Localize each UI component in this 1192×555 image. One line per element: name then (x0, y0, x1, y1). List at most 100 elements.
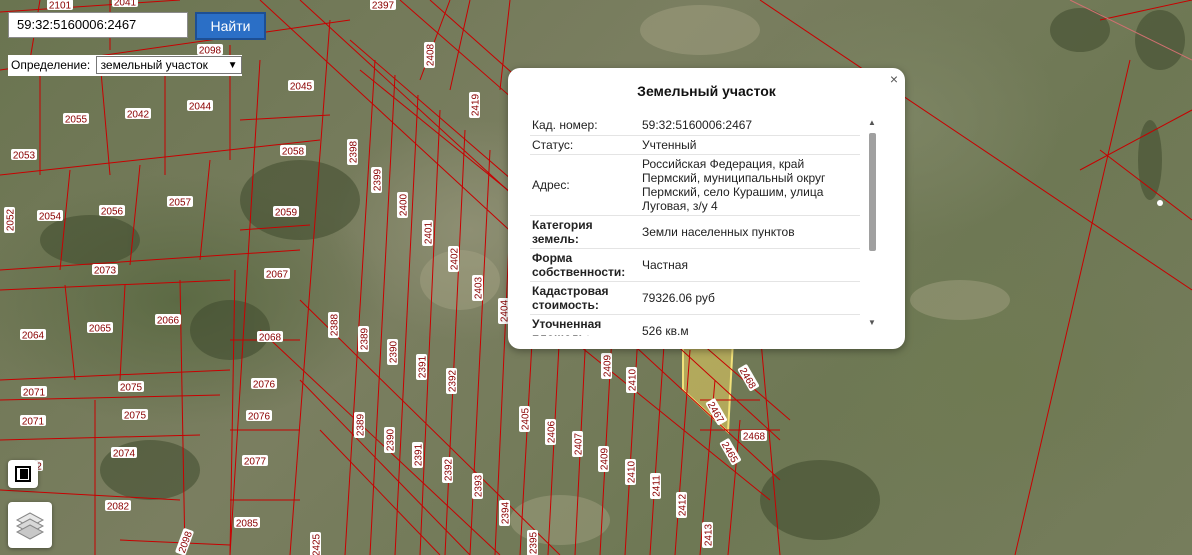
search-button[interactable]: Найти (195, 12, 266, 40)
parcel-number-label: 2101 (47, 0, 73, 12)
parcel-number-label: 2391 (416, 354, 429, 380)
parcel-number-label: 2400 (397, 192, 410, 218)
svg-text:2071: 2071 (22, 417, 45, 428)
svg-text:2399: 2399 (373, 168, 384, 191)
svg-text:2389: 2389 (360, 327, 371, 350)
parcel-number-label: 2056 (99, 205, 125, 218)
scroll-thumb[interactable] (869, 133, 876, 251)
info-row: Адрес: Российская Федерация, край Пермск… (530, 154, 860, 216)
parcel-number-label: 2412 (676, 492, 689, 518)
parcel-number-label: 2465 (719, 438, 741, 465)
parcel-number-label: 2041 (112, 0, 138, 9)
svg-text:2066: 2066 (157, 316, 180, 327)
svg-text:2401: 2401 (424, 221, 435, 244)
parcel-number-label: 2419 (469, 92, 482, 118)
svg-text:2045: 2045 (290, 82, 313, 93)
parcel-number-label: 2425 (310, 532, 323, 555)
parcel-number-label: 2413 (702, 522, 715, 548)
parcel-info-popup: × Земельный участок Кад. номер: 59:32:51… (508, 68, 905, 349)
info-row: Форма собственности: Частная (530, 248, 860, 282)
parcel-number-label: 2406 (545, 419, 558, 445)
svg-text:2044: 2044 (189, 102, 212, 113)
info-value: 526 кв.м (638, 314, 860, 336)
parcel-number-label: 2085 (234, 517, 260, 530)
svg-text:2408: 2408 (426, 43, 437, 66)
parcel-number-label: 2077 (242, 455, 268, 468)
svg-text:2076: 2076 (248, 412, 271, 423)
parcel-number-label: 2403 (472, 275, 485, 301)
parcel-number-label: 2389 (354, 412, 367, 438)
parcel-number-label: 2073 (92, 264, 118, 277)
parcel-number-label: 2059 (273, 206, 299, 219)
info-row: Категория земель: Земли населенных пункт… (530, 215, 860, 249)
parcel-number-label: 2058 (280, 145, 306, 158)
scroll-up-icon[interactable]: ▲ (868, 118, 876, 127)
parcel-number-label: 2409 (601, 353, 614, 379)
definition-selected-value: земельный участок (100, 58, 208, 72)
parcel-number-label: 2401 (422, 220, 435, 246)
svg-text:2064: 2064 (22, 331, 45, 342)
svg-text:2410: 2410 (627, 460, 638, 483)
definition-select[interactable]: земельный участок ▼ (95, 56, 242, 74)
svg-text:2073: 2073 (94, 266, 117, 277)
parcel-number-label: 2052 (4, 207, 17, 233)
svg-text:2082: 2082 (107, 502, 130, 513)
parcel-number-label: 2468 (741, 430, 767, 443)
parcel-number-label: 2074 (111, 447, 137, 460)
parcel-number-label: 2393 (472, 473, 485, 499)
svg-text:2390: 2390 (389, 340, 400, 363)
info-key: Категория земель: (530, 215, 638, 249)
layers-icon (15, 512, 45, 540)
svg-text:2041: 2041 (114, 0, 137, 9)
parcel-number-label: 2064 (20, 329, 46, 342)
scroll-down-icon[interactable]: ▼ (868, 318, 876, 327)
svg-text:2059: 2059 (275, 208, 298, 219)
svg-text:2425: 2425 (312, 533, 323, 555)
parcel-number-label: 2054 (37, 210, 63, 223)
parcel-number-label: 2065 (87, 322, 113, 335)
parcel-number-label: 2389 (358, 326, 371, 352)
popup-scrollbar[interactable]: ▲ ▼ (868, 118, 878, 328)
svg-text:2101: 2101 (49, 1, 72, 12)
parcel-number-label: 2395 (527, 530, 540, 555)
svg-text:2057: 2057 (169, 198, 192, 209)
parcel-number-label: 2390 (387, 339, 400, 365)
svg-text:2054: 2054 (39, 212, 62, 223)
svg-text:2388: 2388 (330, 313, 341, 336)
parcel-number-label: 2410 (626, 367, 639, 393)
info-value: Частная (638, 248, 860, 282)
parcel-number-label: 2055 (63, 113, 89, 126)
parcel-number-label: 2467 (705, 398, 727, 425)
parcel-number-label: 2388 (328, 312, 341, 338)
parcel-number-label: 2067 (264, 268, 290, 281)
parcel-number-label: 2057 (167, 196, 193, 209)
svg-text:2410: 2410 (628, 368, 639, 391)
fullscreen-button[interactable] (8, 460, 38, 488)
parcel-number-label: 2405 (519, 406, 532, 432)
layers-button[interactable] (8, 502, 52, 548)
cadastral-search-input[interactable]: 59:32:5160006:2467 (8, 12, 188, 38)
svg-text:2055: 2055 (65, 115, 88, 126)
svg-text:2053: 2053 (13, 151, 36, 162)
parcel-number-label: 2411 (650, 473, 663, 499)
info-row: Уточненная площадь: 526 кв.м (530, 314, 860, 336)
parcel-number-label: 2398 (347, 139, 360, 165)
popup-scroll-area[interactable]: Кад. номер: 59:32:5160006:2467 Статус: У… (530, 116, 860, 336)
parcel-number-label: 2399 (371, 167, 384, 193)
info-row: Кадастровая стоимость: 79326.06 руб (530, 281, 860, 315)
info-key: Уточненная площадь: (530, 314, 638, 336)
svg-text:2085: 2085 (236, 519, 259, 530)
definition-row: Определение: земельный участок ▼ (8, 55, 242, 76)
popup-title: Земельный участок (637, 83, 776, 99)
info-row: Кад. номер: 59:32:5160006:2467 (530, 116, 860, 136)
parcel-number-label: 2408 (424, 42, 437, 68)
svg-text:2075: 2075 (124, 411, 147, 422)
parcel-number-label: 2045 (288, 80, 314, 93)
svg-text:2098: 2098 (177, 530, 195, 555)
svg-text:2052: 2052 (6, 208, 17, 231)
svg-text:2411: 2411 (652, 475, 663, 497)
svg-text:2076: 2076 (253, 380, 276, 391)
svg-text:2406: 2406 (547, 420, 558, 443)
info-key: Кадастровая стоимость: (530, 281, 638, 315)
svg-text:2468: 2468 (743, 432, 766, 443)
